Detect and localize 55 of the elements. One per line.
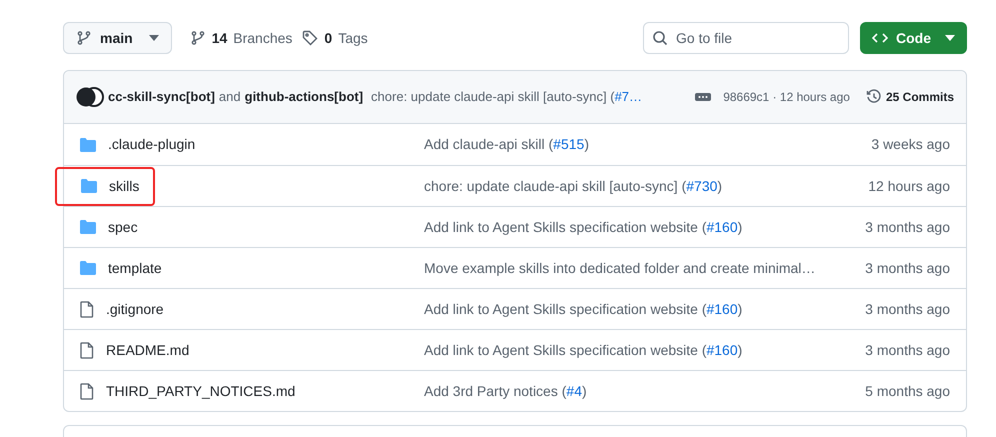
caret-icon — [148, 35, 159, 41]
ellipsis-icon[interactable] — [695, 93, 712, 101]
history-icon — [866, 89, 882, 105]
commit-message: Add 3rd Party notices (#4) — [424, 382, 587, 401]
folder-icon — [81, 179, 97, 193]
commit-message: chore: update claude-api skill [auto-sync] (#7… — [371, 88, 642, 106]
pull-request-link[interactable]: #730 — [686, 178, 718, 194]
commit-author[interactable]: cc-skill-sync[bot] — [108, 87, 215, 107]
commit-time: 3 weeks ago — [871, 135, 950, 154]
file-icon — [80, 300, 94, 318]
folder-icon — [80, 220, 96, 234]
file-name-link[interactable]: template — [108, 258, 162, 278]
commit-time: 12 hours ago — [868, 176, 950, 196]
search-field[interactable]: Go to file — [643, 22, 849, 54]
pull-request-link[interactable]: #4 — [566, 382, 582, 398]
commit-author[interactable]: github-actions[bot] — [244, 87, 364, 107]
tags-link[interactable]: 0 Tags — [302, 28, 368, 48]
branch-icon — [76, 30, 92, 46]
branches-link[interactable]: 14 Branches — [190, 28, 292, 48]
folder-icon — [80, 261, 96, 275]
pull-request-link[interactable]: #160 — [706, 300, 738, 316]
commit-time: 3 months ago — [865, 340, 950, 360]
commit-time: 5 months ago — [865, 382, 950, 401]
pull-request-link[interactable]: #7… — [614, 89, 642, 104]
commit-time: 3 months ago — [865, 218, 950, 237]
file-icon — [80, 382, 94, 400]
pull-request-link[interactable]: #160 — [706, 342, 738, 358]
caret-icon — [945, 35, 955, 41]
commit-message: Add link to Agent Skills specification website (#160) — [424, 340, 742, 360]
file-name-link[interactable]: .claude-plugin — [108, 134, 196, 155]
search-icon — [652, 30, 668, 46]
author-joiner: and — [218, 88, 241, 106]
commit-message: chore: update claude-api skill [auto-sync] (#730) — [424, 176, 722, 196]
commits-link[interactable]: 25 Commits — [866, 88, 954, 106]
commit-time: 3 months ago — [865, 258, 950, 278]
file-icon — [80, 342, 94, 358]
commit-message: Add claude-api skill (#515) — [424, 135, 589, 154]
code-button[interactable]: Code — [860, 22, 967, 54]
branch-button[interactable]: main — [63, 22, 172, 54]
commit-message: Add link to Agent Skills specification website (#160) — [424, 218, 742, 237]
commit-time: 3 months ago — [865, 300, 950, 319]
pull-request-link[interactable]: #515 — [553, 136, 584, 152]
file-name-link[interactable]: .gitignore — [106, 298, 164, 320]
commit-message: Add link to Agent Skills specification website (#160) — [424, 300, 742, 319]
pull-request-link[interactable]: #160 — [706, 218, 738, 234]
file-name-link[interactable]: spec — [108, 216, 138, 238]
avatar-icon — [76, 87, 104, 107]
file-name-link[interactable]: skills — [109, 176, 140, 196]
tag-icon — [302, 30, 318, 46]
folder-icon — [80, 138, 96, 152]
commit-hash-time: 98669c1 · 12 hours ago — [723, 89, 850, 106]
commit-message: Move example skills into dedicated folder and create minimal… — [424, 258, 816, 278]
file-name-link[interactable]: THIRD_PARTY_NOTICES.md — [106, 380, 296, 402]
file-name-link[interactable]: README.md — [106, 340, 190, 360]
branch-icon — [190, 30, 206, 46]
